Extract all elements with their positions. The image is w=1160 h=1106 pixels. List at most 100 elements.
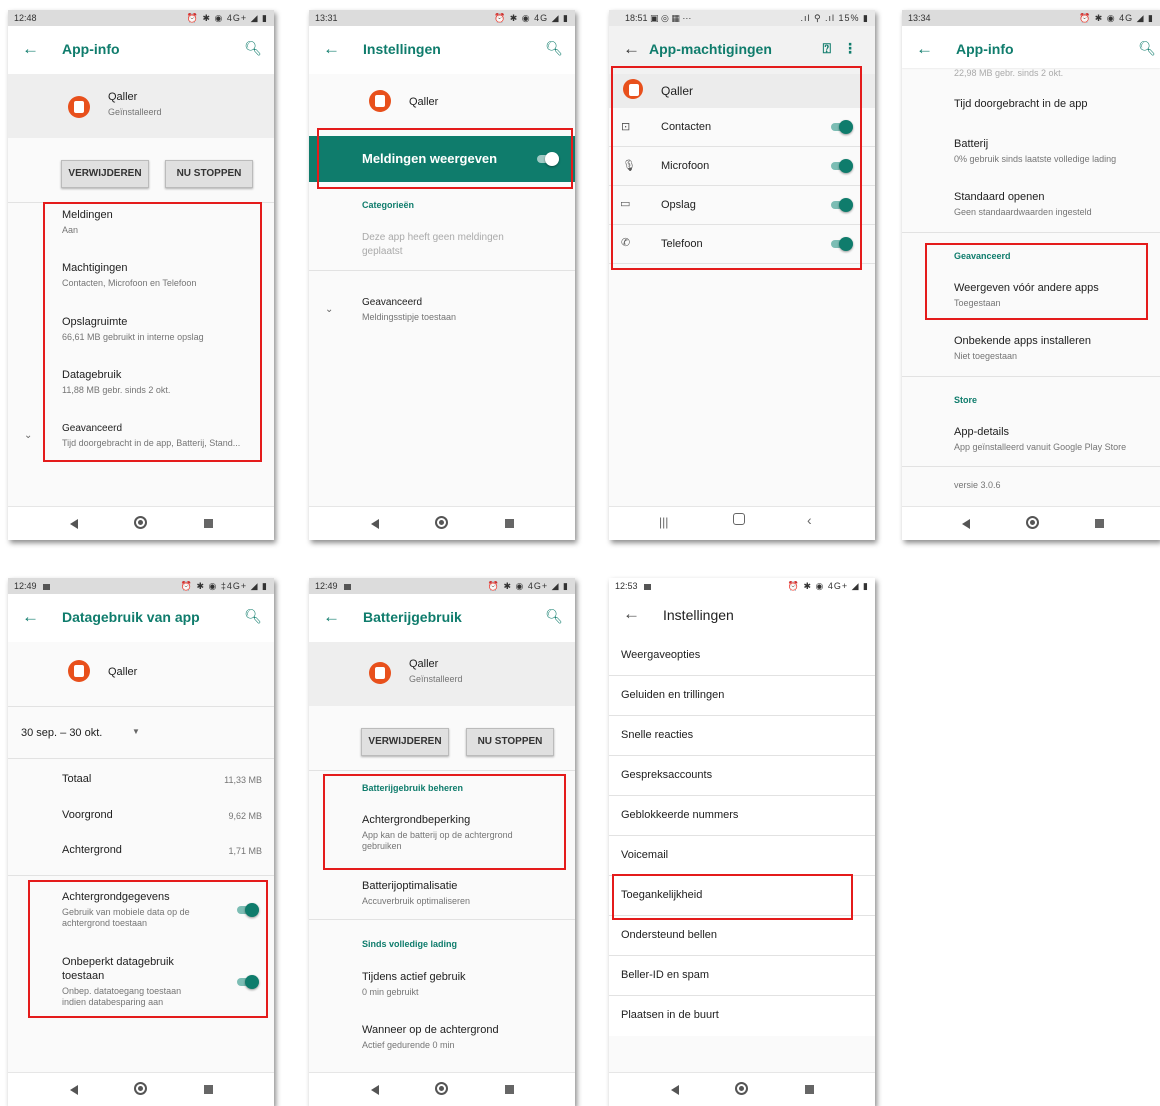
nav-recents-icon[interactable] <box>505 1085 514 1094</box>
nav-home-icon[interactable] <box>435 516 448 529</box>
nav-recents-icon[interactable]: ||| <box>659 515 668 529</box>
item-open-default[interactable]: Standaard openen <box>954 191 1045 203</box>
item-battery[interactable]: Batterij <box>954 138 988 150</box>
chevron-down-icon[interactable]: ⌄ <box>325 304 333 315</box>
list-item-nearby-places[interactable]: Plaatsen in de buurt <box>609 996 875 1036</box>
nav-back-icon[interactable]: ‹ <box>807 513 812 527</box>
nav-home-icon[interactable] <box>1026 516 1039 529</box>
list-item-accessibility[interactable]: Toegankelijkheid <box>609 876 875 916</box>
remove-button[interactable]: VERWIJDEREN <box>361 728 449 756</box>
force-stop-button[interactable]: NU STOPPEN <box>165 160 253 188</box>
list-item-calling-accounts[interactable]: Gespreksaccounts <box>609 756 875 796</box>
back-arrow-icon[interactable]: ← <box>22 39 39 59</box>
unrestricted-data-toggle[interactable] <box>237 975 259 989</box>
back-arrow-icon[interactable]: ← <box>22 607 39 627</box>
nav-recents-icon[interactable] <box>505 519 514 528</box>
nav-back-icon[interactable] <box>671 1085 679 1095</box>
item-time-spent[interactable]: Tijd doorgebracht in de app <box>954 98 1088 110</box>
permission-toggle[interactable] <box>831 198 853 212</box>
list-item-caller-id[interactable]: Beller-ID en spam <box>609 956 875 996</box>
show-notifications-toggle[interactable] <box>537 152 559 166</box>
item-advanced[interactable]: Geavanceerd <box>362 297 422 308</box>
background-use-title[interactable]: Wanneer op de achtergrond <box>362 1024 499 1036</box>
permission-toggle[interactable] <box>831 237 853 251</box>
unrestricted-data-title1[interactable]: Onbeperkt datagebruik <box>62 956 174 968</box>
row-foreground-value: 9,62 MB <box>228 811 262 821</box>
nav-recents-icon[interactable] <box>805 1085 814 1094</box>
background-data-title[interactable]: Achtergrondgegevens <box>62 891 170 903</box>
list-item-quick-responses[interactable]: Snelle reacties <box>609 716 875 756</box>
background-restriction-sub1: App kan de batterij op de achtergrond <box>362 830 513 840</box>
back-arrow-icon[interactable]: ← <box>323 39 340 59</box>
permission-toggle[interactable] <box>831 159 853 173</box>
item-install-unknown[interactable]: Onbekende apps installeren <box>954 335 1091 347</box>
nav-recents-icon[interactable] <box>1095 519 1104 528</box>
help-icon[interactable]: ⍰ <box>823 40 831 57</box>
nav-recents-icon[interactable] <box>204 519 213 528</box>
app-name: Qaller <box>661 84 694 98</box>
more-icon[interactable]: ⋮ <box>843 40 857 57</box>
app-name: Qaller <box>409 96 439 108</box>
search-icon[interactable]: 🔍︎ <box>545 40 563 57</box>
list-item-blocked-numbers[interactable]: Geblokkeerde nummers <box>609 796 875 836</box>
list-item-sounds[interactable]: Geluiden en trillingen <box>609 676 875 716</box>
date-range-dropdown[interactable]: 30 sep. – 30 okt. <box>21 727 102 739</box>
app-bar: ← Datagebruik van app 🔍︎ <box>8 594 274 642</box>
show-notifications-row[interactable]: Meldingen weergeven <box>309 136 575 182</box>
battery-optimization-title[interactable]: Batterijoptimalisatie <box>362 880 457 892</box>
nav-recents-icon[interactable] <box>204 1085 213 1094</box>
search-icon[interactable]: 🔍︎ <box>244 40 262 57</box>
permission-toggle[interactable] <box>831 120 853 134</box>
app-bar: ← App-machtigingen ⍰ ⋮ <box>609 26 875 74</box>
screen-notification-settings: 13:31 ⏰ ✱ ◉ 4G ◢ ▮ ← Instellingen 🔍︎ Qall… <box>309 10 575 540</box>
list-item-assisted-dialing[interactable]: Ondersteund bellen <box>609 916 875 956</box>
back-arrow-icon[interactable]: ← <box>323 607 340 627</box>
nav-home-icon[interactable] <box>733 513 745 525</box>
background-data-toggle[interactable] <box>237 903 259 917</box>
search-icon[interactable]: 🔍︎ <box>244 608 262 625</box>
nav-back-icon[interactable] <box>70 1085 78 1095</box>
background-restriction-title[interactable]: Achtergrondbeperking <box>362 814 470 826</box>
back-arrow-icon[interactable]: ← <box>916 39 933 59</box>
item-app-details[interactable]: App-details <box>954 426 1009 438</box>
active-use-title[interactable]: Tijdens actief gebruik <box>362 971 466 983</box>
phone-icon: ✆ <box>621 237 631 249</box>
force-stop-button[interactable]: NU STOPPEN <box>466 728 554 756</box>
divider <box>8 875 274 876</box>
dropdown-arrow-icon[interactable]: ▼ <box>132 727 140 736</box>
permission-row-contacts[interactable]: ⊡ Contacten <box>609 108 875 147</box>
app-name: Qaller <box>108 666 138 678</box>
nav-home-icon[interactable] <box>134 516 147 529</box>
permission-row-phone[interactable]: ✆ Telefoon <box>609 225 875 264</box>
item-display-over-apps[interactable]: Weergeven vóór andere apps <box>954 282 1099 294</box>
permission-row-microphone[interactable]: 🎙︎ Microfoon <box>609 147 875 186</box>
nav-home-icon[interactable] <box>134 1082 147 1095</box>
unrestricted-data-title2[interactable]: toestaan <box>62 970 104 982</box>
composite-stage: 12:48 ⏰ ✱ ◉ 4G+ ◢ ▮ ← App-info 🔍︎ Qaller … <box>0 0 1160 1106</box>
search-icon[interactable]: 🔍︎ <box>545 608 563 625</box>
back-arrow-icon[interactable]: ← <box>623 39 640 59</box>
app-logo-icon <box>68 660 90 682</box>
item-advanced-sub: Meldingsstipje toestaan <box>362 312 457 322</box>
item-permissions[interactable]: Machtigingen <box>62 262 127 274</box>
search-icon[interactable]: 🔍︎ <box>1138 40 1156 57</box>
back-arrow-icon[interactable]: ← <box>623 604 640 624</box>
remove-button[interactable]: VERWIJDEREN <box>61 160 149 188</box>
chevron-down-icon[interactable]: ⌄ <box>24 430 32 441</box>
list-item-display-options[interactable]: Weergaveopties <box>609 636 875 676</box>
item-storage[interactable]: Opslagruimte <box>62 316 127 328</box>
nav-home-icon[interactable] <box>735 1082 748 1095</box>
nav-back-icon[interactable] <box>371 1085 379 1095</box>
item-data-usage[interactable]: Datagebruik <box>62 369 121 381</box>
nav-home-icon[interactable] <box>435 1082 448 1095</box>
permission-row-storage[interactable]: ▭ Opslag <box>609 186 875 225</box>
nav-back-icon[interactable] <box>70 519 78 529</box>
item-advanced[interactable]: Geavanceerd <box>62 423 122 434</box>
list-item-voicemail[interactable]: Voicemail <box>609 836 875 876</box>
item-notifications[interactable]: Meldingen <box>62 209 113 221</box>
nav-back-icon[interactable] <box>371 519 379 529</box>
page-title: Datagebruik van app <box>62 609 200 625</box>
nav-back-icon[interactable] <box>962 519 970 529</box>
version-label: versie 3.0.6 <box>954 480 1001 490</box>
advanced-header: Geavanceerd <box>954 251 1011 261</box>
